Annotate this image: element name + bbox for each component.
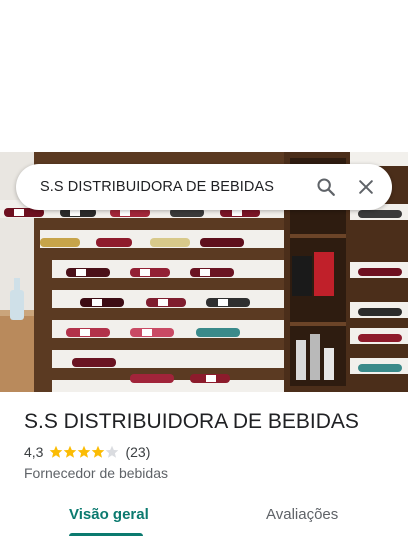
star-icon xyxy=(50,445,63,458)
search-button[interactable] xyxy=(306,167,346,207)
rating-value: 4,3 xyxy=(24,444,44,460)
star-empty-icon xyxy=(106,445,119,458)
place-category: Fornecedor de bebidas xyxy=(24,465,168,481)
review-count[interactable]: (23) xyxy=(125,444,150,460)
tab-bar: Visão geral Avaliações xyxy=(0,500,408,544)
star-icon xyxy=(64,445,77,458)
tab-reviews[interactable]: Avaliações xyxy=(266,506,338,523)
rating-stars xyxy=(49,445,119,459)
search-icon xyxy=(317,178,335,196)
search-bar[interactable]: S.S DISTRIBUIDORA DE BEBIDAS xyxy=(16,164,392,210)
place-title: S.S DISTRIBUIDORA DE BEBIDAS xyxy=(24,410,359,433)
close-button[interactable] xyxy=(346,167,386,207)
tab-overview[interactable]: Visão geral xyxy=(69,506,149,523)
close-icon xyxy=(359,180,373,194)
star-icons xyxy=(50,445,119,458)
search-query[interactable]: S.S DISTRIBUIDORA DE BEBIDAS xyxy=(40,179,306,195)
star-icon xyxy=(78,445,91,458)
active-tab-indicator xyxy=(69,533,143,536)
star-icon xyxy=(92,445,105,458)
rating-row[interactable]: 4,3 (23) xyxy=(24,444,150,460)
